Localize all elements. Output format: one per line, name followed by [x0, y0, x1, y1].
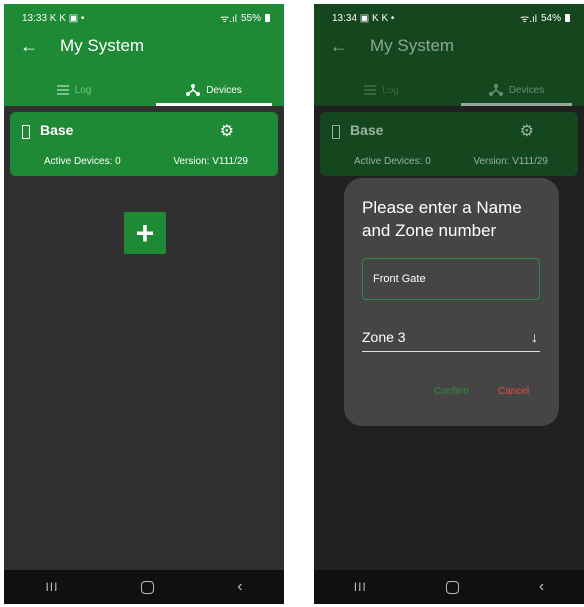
name-zone-dialog: Please enter a Name and Zone number Fron… — [344, 178, 559, 426]
system-nav-bar: III ‹ — [314, 570, 584, 604]
base-label: Base — [40, 122, 74, 138]
zone-dropdown[interactable]: Zone 3 ↓ — [362, 322, 540, 352]
battery-percent: 54% — [540, 12, 561, 24]
status-time: 13:34 ▣ K K • — [332, 12, 395, 24]
arrow-left-icon[interactable]: ← — [20, 37, 38, 55]
hub-icon — [488, 84, 503, 96]
tab-indicator — [156, 103, 272, 106]
arrow-down-icon: ↓ — [531, 328, 538, 345]
battery-percent: 55% — [240, 12, 261, 24]
gear-icon[interactable]: ⚙ — [220, 121, 234, 141]
home-icon[interactable] — [446, 580, 460, 594]
confirm-button[interactable]: Confirm — [434, 386, 469, 397]
add-device-button[interactable]: + — [124, 212, 166, 254]
tab-log-label: Log — [382, 84, 399, 96]
battery-icon — [332, 125, 340, 139]
tab-devices-label: Devices — [508, 84, 545, 96]
back-icon[interactable]: ‹ — [237, 578, 242, 596]
phone-screen-left: 13:33 K K ▣ • ᯤ.ıl 55% ← My System Log D… — [4, 4, 284, 604]
status-time: 13:33 K K ▣ • — [22, 12, 85, 24]
signal-icon: ᯤ.ıl — [220, 14, 237, 25]
dialog-title: Please enter a Name and Zone number — [362, 198, 522, 240]
version-text: Version: V111/29 — [173, 156, 248, 167]
signal-icon: ᯤ.ıl — [520, 14, 537, 25]
status-bar: 13:33 K K ▣ • ᯤ.ıl 55% — [22, 12, 270, 25]
tab-devices-label: Devices — [206, 84, 242, 96]
tab-devices[interactable]: Devices — [144, 74, 284, 106]
tab-devices: Devices — [449, 74, 584, 106]
arrow-left-icon: ← — [330, 36, 348, 56]
base-card: Base ⚙ Active Devices: 0 Version: V111/2… — [320, 112, 578, 176]
tab-log: Log — [314, 74, 449, 106]
hub-icon — [186, 84, 201, 96]
tab-log[interactable]: Log — [4, 74, 144, 106]
back-icon[interactable]: ‹ — [539, 578, 544, 596]
gear-icon: ⚙ — [519, 123, 534, 140]
app-bar: 13:33 K K ▣ • ᯤ.ıl 55% ← My System Log D… — [4, 4, 284, 106]
name-input[interactable]: Front Gate — [362, 258, 540, 300]
zone-selected-value: Zone 3 — [362, 328, 406, 345]
battery-icon — [565, 14, 570, 22]
list-icon — [364, 85, 377, 95]
tab-bar: Log Devices — [314, 74, 584, 106]
base-label: Base — [350, 122, 384, 138]
name-input-value: Front Gate — [373, 273, 426, 285]
system-nav-bar: III ‹ — [4, 570, 284, 604]
home-icon[interactable] — [141, 580, 155, 594]
battery-icon — [22, 125, 30, 139]
list-icon — [56, 85, 69, 95]
battery-icon — [265, 14, 270, 22]
active-devices-text: Active Devices: 0 — [44, 156, 121, 167]
recents-icon[interactable]: III — [354, 580, 367, 594]
status-bar: 13:34 ▣ K K • ᯤ.ıl 54% — [332, 12, 570, 25]
tab-log-label: Log — [74, 84, 92, 96]
recents-icon[interactable]: III — [45, 580, 58, 594]
page-title: My System — [60, 36, 145, 55]
version-text: Version: V111/29 — [473, 156, 548, 167]
active-devices-text: Active Devices: 0 — [354, 156, 431, 167]
tab-bar: Log Devices — [4, 74, 284, 106]
page-title: My System — [370, 36, 455, 55]
phone-screen-right: 13:34 ▣ K K • ᯤ.ıl 54% ← My System Log D… — [314, 4, 584, 604]
cancel-button[interactable]: Cancel — [498, 386, 529, 397]
base-card[interactable]: Base ⚙ Active Devices: 0 Version: V111/2… — [10, 112, 278, 176]
app-bar: 13:34 ▣ K K • ᯤ.ıl 54% ← My System Log D… — [314, 4, 584, 106]
